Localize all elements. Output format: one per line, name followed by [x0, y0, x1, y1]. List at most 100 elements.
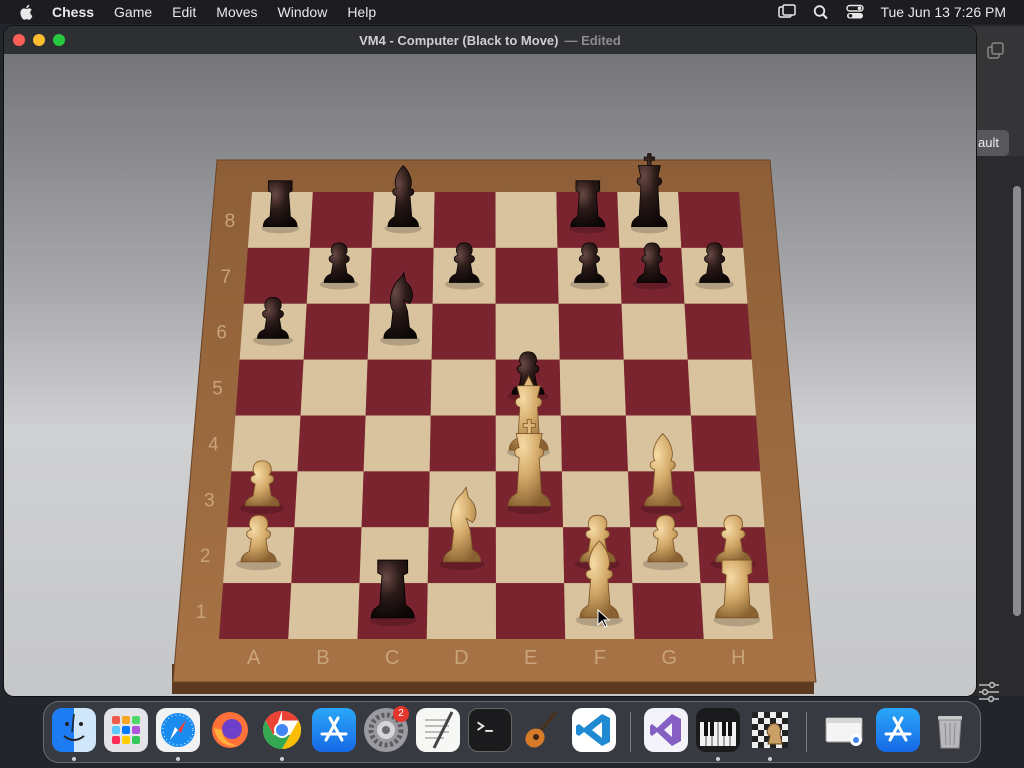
trash-icon [938, 716, 962, 749]
file-label: H [731, 647, 745, 669]
file-label: A [247, 647, 261, 669]
board-square-e8[interactable] [495, 192, 558, 248]
copy-icon[interactable] [987, 42, 1005, 60]
menu-edit[interactable]: Edit [172, 4, 196, 20]
chess-window[interactable]: VM4 - Computer (Black to Move) — Edited [4, 26, 976, 696]
running-indicator [72, 757, 76, 761]
dock-app-store-installer[interactable] [876, 708, 920, 752]
dock-launchpad[interactable] [104, 708, 148, 752]
dock-garageband[interactable] [520, 708, 564, 752]
board-square-g1[interactable] [632, 583, 704, 639]
board-square-d5[interactable] [430, 359, 496, 416]
terminal-icon [477, 721, 493, 732]
board-square-a7[interactable] [243, 247, 310, 304]
sliders-icon[interactable] [977, 680, 1001, 704]
dock-terminal[interactable] [468, 708, 512, 752]
board-square-h6[interactable] [684, 303, 752, 360]
window-titlebar[interactable]: VM4 - Computer (Black to Move) — Edited [4, 26, 976, 54]
board-square-g5[interactable] [623, 359, 691, 416]
board-square-d1[interactable] [426, 583, 496, 639]
menu-help[interactable]: Help [347, 4, 376, 20]
safari-icon [161, 713, 195, 747]
dock-firefox[interactable] [208, 708, 252, 752]
settings-notification-badge: 2 [393, 706, 409, 722]
board-square-c3[interactable] [361, 471, 430, 528]
dock-separator [630, 712, 631, 752]
running-indicator [716, 757, 720, 761]
guitar-icon [525, 711, 558, 748]
chess-icon [752, 712, 788, 748]
board-square-b4[interactable] [297, 415, 366, 472]
dock-safari[interactable] [156, 708, 200, 752]
file-label: B [316, 647, 329, 669]
chess-board[interactable]: A B C D E F G H 8 7 6 5 4 3 2 1 [4, 54, 976, 696]
board-square-c4[interactable] [363, 415, 431, 472]
chess-board-view[interactable]: A B C D E F G H 8 7 6 5 4 3 2 1 [4, 54, 976, 696]
board-square-b8[interactable] [309, 192, 374, 248]
board-square-h8[interactable] [678, 192, 744, 248]
dock-piano[interactable] [696, 708, 740, 752]
dock-chess[interactable] [748, 708, 792, 752]
rank-label: 4 [208, 434, 219, 455]
board-square-a1[interactable] [219, 583, 292, 639]
file-label: E [524, 647, 537, 669]
dock-app-store[interactable] [312, 708, 356, 752]
downloads-stack-icon [825, 717, 863, 746]
board-square-b5[interactable] [300, 359, 368, 416]
board-square-b2[interactable] [291, 527, 362, 584]
board-square-f4[interactable] [560, 415, 629, 472]
board-square-f5[interactable] [559, 359, 626, 416]
dock-finder[interactable] [52, 708, 96, 752]
board-square-b3[interactable] [294, 471, 364, 528]
control-center-icon[interactable] [846, 4, 865, 20]
firefox-icon [212, 712, 248, 748]
launchpad-icon [112, 716, 140, 744]
board-square-f6[interactable] [558, 303, 624, 360]
board-square-d4[interactable] [429, 415, 496, 472]
close-window-button[interactable] [13, 34, 25, 46]
running-indicator [280, 757, 284, 761]
board-square-h5[interactable] [687, 359, 756, 416]
board-square-b1[interactable] [288, 583, 360, 639]
menu-game[interactable]: Game [114, 4, 152, 20]
board-square-d8[interactable] [433, 192, 496, 248]
dock-vscode[interactable] [572, 708, 616, 752]
board-square-g6[interactable] [621, 303, 688, 360]
dock-downloads-stack[interactable] [822, 708, 866, 752]
board-square-h4[interactable] [690, 415, 761, 472]
menu-moves[interactable]: Moves [216, 4, 257, 20]
dock: 2 [43, 701, 981, 763]
board-square-e1[interactable] [495, 583, 566, 639]
board-square-a5[interactable] [235, 359, 304, 416]
spotlight-search-icon[interactable] [812, 4, 830, 20]
board-square-b6[interactable] [303, 303, 370, 360]
file-label: F [594, 647, 606, 669]
dock-trash[interactable] [928, 708, 972, 752]
rank-label: 6 [216, 323, 227, 344]
window-title: VM4 - Computer (Black to Move) [359, 32, 559, 48]
board-square-d6[interactable] [431, 303, 496, 360]
apple-logo-icon[interactable] [18, 3, 36, 21]
board-square-c5[interactable] [365, 359, 432, 416]
rank-label: 8 [225, 211, 236, 232]
running-indicator [176, 757, 180, 761]
dock-separator [806, 712, 807, 752]
menu-app-name[interactable]: Chess [52, 4, 94, 20]
menu-bar-clock[interactable]: Tue Jun 13 7:26 PM [880, 4, 1006, 20]
board-square-e6[interactable] [495, 303, 560, 360]
scrollbar[interactable] [1013, 186, 1021, 616]
board-square-e7[interactable] [495, 247, 559, 304]
screen-mirroring-icon[interactable] [778, 4, 797, 20]
rank-label: 5 [212, 379, 223, 400]
app-store-icon [320, 716, 348, 742]
rank-label: 7 [221, 267, 232, 288]
menu-window[interactable]: Window [278, 4, 328, 20]
vscode-icon [576, 714, 610, 746]
board-squares[interactable] [219, 192, 773, 639]
dock-textedit[interactable] [416, 708, 460, 752]
board-square-e2[interactable] [495, 527, 565, 584]
dock-chrome[interactable] [260, 708, 304, 752]
dock-visual-studio[interactable] [644, 708, 688, 752]
zoom-window-button[interactable] [53, 34, 65, 46]
minimize-window-button[interactable] [33, 34, 45, 46]
